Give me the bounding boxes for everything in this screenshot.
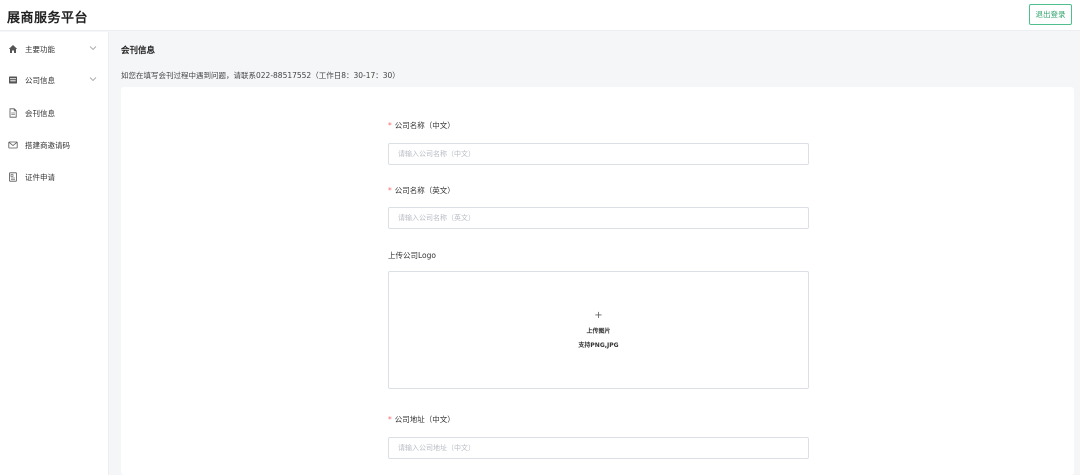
sidebar-item-label: 证件申请 [25,172,55,182]
building-icon [8,75,18,85]
company-name-en-label: * 公司名称（英文） [388,186,455,195]
required-mark: * [388,121,392,130]
sidebar: 主要功能 公司信息 会刊信息 搭建商邀请码 证件申请 [0,32,109,475]
top-header: 展商服务平台 退出登录 [0,0,1080,31]
company-address-cn-input[interactable] [388,437,809,459]
required-mark: * [388,186,392,195]
plus-icon: + [594,310,603,321]
chevron-down-icon [89,46,97,51]
certificate-icon [8,172,18,182]
company-name-en-input[interactable] [388,207,809,229]
logout-button[interactable]: 退出登录 [1029,4,1072,25]
sidebar-item-catalog-info[interactable]: 会刊信息 [0,97,109,129]
sidebar-item-label: 搭建商邀请码 [25,140,70,150]
required-mark: * [388,415,392,424]
page-title: 会刊信息 [121,46,156,56]
chevron-down-icon [89,77,97,82]
mail-icon [8,140,18,150]
upload-image-text: 上传图片 [586,328,611,335]
sidebar-item-label: 公司信息 [25,75,55,85]
sidebar-item-certificate-application[interactable]: 证件申请 [0,161,109,193]
contact-notice: 如您在填写会刊过程中遇到问题，请联系022-88517552（工作日8：30-1… [121,71,400,80]
sidebar-item-label: 主要功能 [25,44,55,54]
logo-upload-label: 上传公司Logo [388,251,436,260]
brand-title: 展商服务平台 [7,11,89,26]
upload-format-hint: 支持PNG,JPG [578,342,619,349]
sidebar-item-company-info[interactable]: 公司信息 [0,64,109,96]
company-name-cn-label: * 公司名称（中文） [388,121,455,130]
sidebar-item-main-functions[interactable]: 主要功能 [0,33,109,65]
sidebar-item-builder-invite-code[interactable]: 搭建商邀请码 [0,129,109,161]
company-address-cn-label: * 公司地址（中文） [388,415,455,424]
home-icon [8,44,18,54]
logo-upload-area[interactable]: + 上传图片 支持PNG,JPG [388,271,809,389]
document-icon [8,108,18,118]
sidebar-item-label: 会刊信息 [25,108,55,118]
company-name-cn-input[interactable] [388,143,809,165]
